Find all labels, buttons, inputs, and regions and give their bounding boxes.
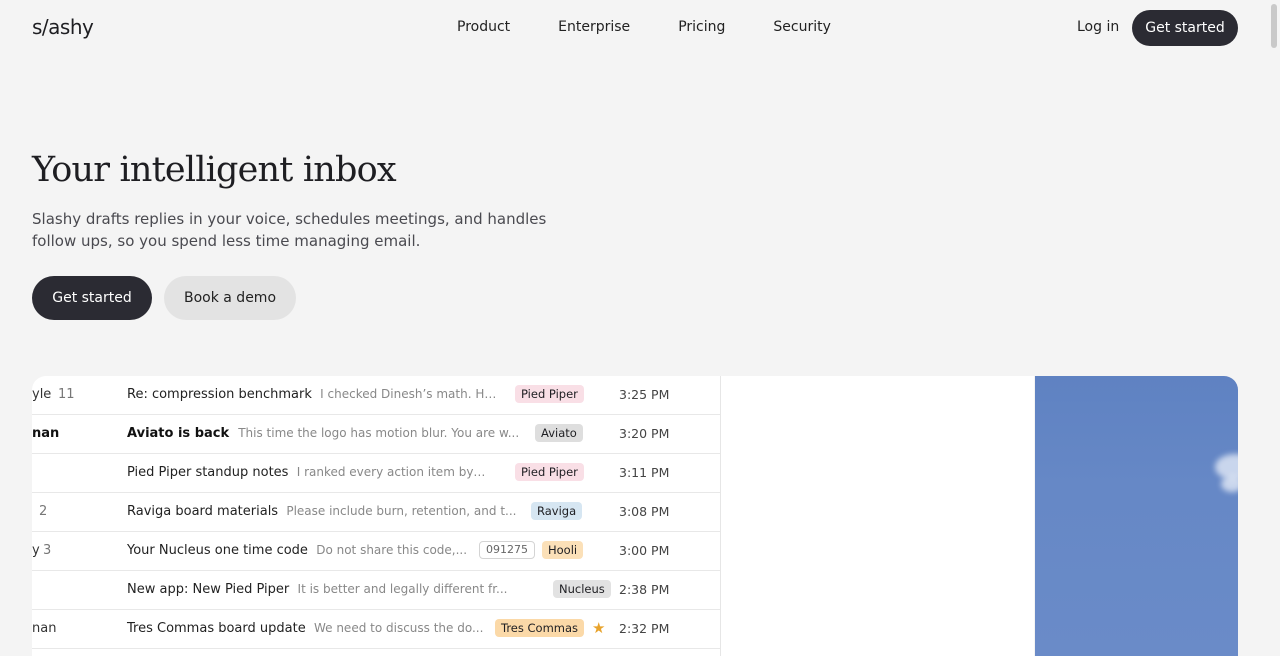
thread-count: 11 [58, 387, 75, 402]
inbox-row[interactable]: yle 11 Re: compression benchmark I checked… [32, 376, 720, 415]
brand-logo[interactable]: s/ashy [32, 15, 94, 39]
email-subject: Your Nucleus one time code [127, 543, 308, 558]
email-time: 2:32 PM [619, 621, 670, 636]
email-preview: I checked Dinesh’s math. Hi... [320, 387, 499, 401]
top-nav: s/ashy Product Enterprise Pricing Securi… [0, 0, 1280, 56]
inbox-preview: yle 11 Re: compression benchmark I checked… [32, 376, 721, 656]
nav-link-enterprise[interactable]: Enterprise [558, 19, 630, 35]
nav-get-started-button[interactable]: Get started [1132, 10, 1238, 46]
sender-name: nan [32, 426, 60, 441]
email-time: 3:08 PM [619, 504, 670, 519]
email-preview: Do not share this code,... [316, 543, 468, 557]
nav-link-security[interactable]: Security [773, 19, 831, 35]
email-time: 3:20 PM [619, 426, 670, 441]
hero-get-started-button[interactable]: Get started [32, 276, 152, 320]
email-detail-pane [721, 376, 1034, 656]
label-badge[interactable]: Raviga [531, 502, 583, 520]
inbox-row[interactable]: nan Aviato is back This time the logo has… [32, 415, 720, 454]
email-subject: Raviga board materials [127, 504, 279, 519]
email-subject: New app: New Pied Piper [127, 582, 290, 597]
scrollbar-thumb[interactable] [1271, 4, 1277, 48]
inbox-row[interactable]: 2 Raviga board materials Please include b… [32, 493, 720, 532]
sender-name: nan [32, 621, 57, 636]
email-preview: We need to discuss the do... [313, 621, 484, 635]
email-preview: I ranked every action item by fo... [296, 465, 487, 479]
email-time: 3:11 PM [619, 465, 670, 480]
email-subject: Pied Piper standup notes [127, 465, 289, 480]
label-badge[interactable]: Pied Piper [515, 463, 584, 481]
email-preview: It is better and legally different fr... [297, 582, 508, 596]
label-badge[interactable]: Hooli [542, 541, 584, 559]
email-time: 2:38 PM [619, 582, 670, 597]
inbox-row[interactable]: Pied Piper standup notes I ranked every … [32, 454, 720, 493]
email-time: 3:25 PM [619, 387, 670, 402]
thread-count: 2 [39, 504, 48, 519]
label-badge[interactable]: Tres Commas [495, 619, 585, 637]
hero-subtitle: Slashy drafts replies in your voice, sch… [32, 210, 547, 250]
email-time: 3:00 PM [619, 543, 670, 558]
email-subject: Tres Commas board update [127, 621, 306, 636]
login-link[interactable]: Log in [1077, 19, 1119, 35]
label-badge[interactable]: Pied Piper [515, 385, 584, 403]
email-subject: Aviato is back [127, 426, 230, 441]
email-preview: Please include burn, retention, and t... [286, 504, 517, 518]
inbox-row[interactable]: New app: New Pied Piper It is better and… [32, 571, 720, 610]
inbox-row[interactable]: y 3 Your Nucleus one time code Do not shar… [32, 532, 720, 571]
book-demo-button[interactable]: Book a demo [164, 276, 296, 320]
email-subject: Re: compression benchmark [127, 387, 312, 402]
nav-link-product[interactable]: Product [457, 19, 510, 35]
hero-title: Your intelligent inbox [32, 150, 397, 190]
sky-photo [1035, 376, 1238, 656]
star-icon[interactable]: ★ [592, 619, 605, 637]
page-scrollbar[interactable] [1268, 0, 1280, 656]
nav-links: Product Enterprise Pricing Security [457, 19, 831, 35]
verification-code-chip[interactable]: 091275 [479, 541, 535, 559]
inbox-row[interactable]: nan Tres Commas board update We need to d… [32, 610, 720, 649]
thread-count: 3 [43, 543, 52, 558]
label-badge[interactable]: Aviato [535, 424, 583, 442]
email-preview: This time the logo has motion blur. You … [238, 426, 520, 440]
label-badge[interactable]: Nucleus [553, 580, 611, 598]
nav-link-pricing[interactable]: Pricing [678, 19, 725, 35]
